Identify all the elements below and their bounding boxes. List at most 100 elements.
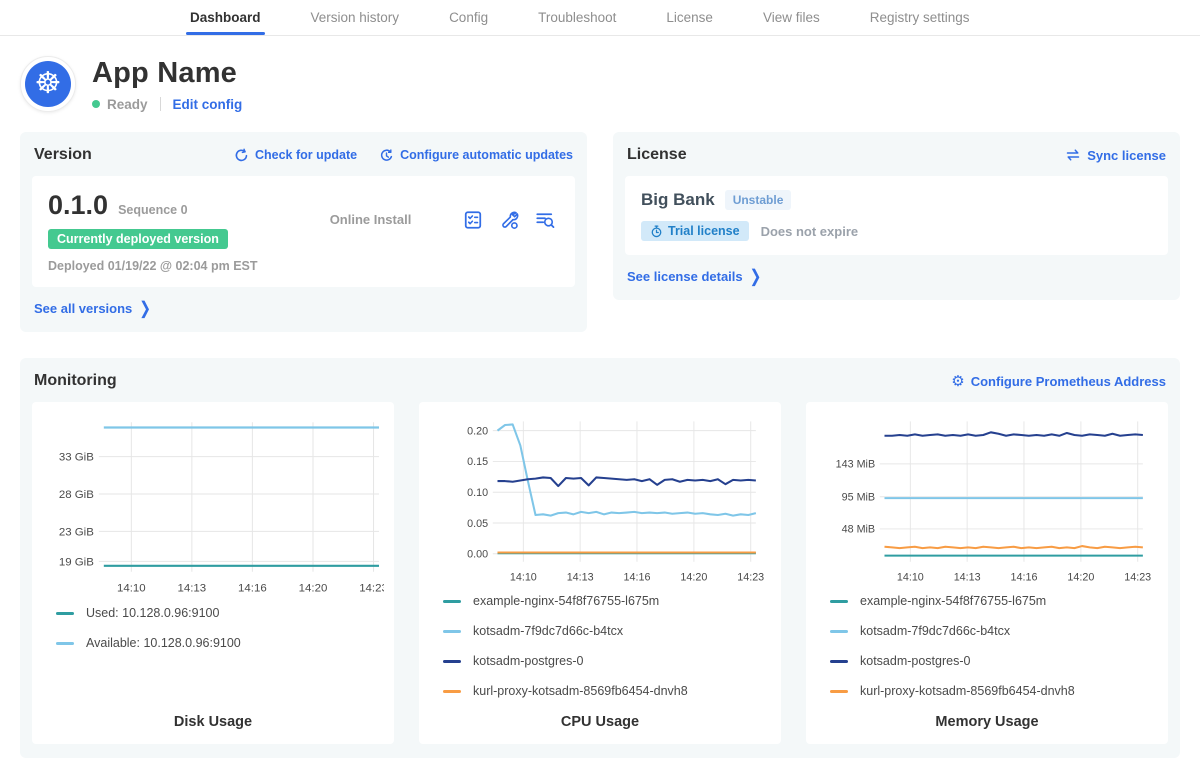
sync-license-link[interactable]: Sync license bbox=[1065, 148, 1166, 163]
svg-text:48 MiB: 48 MiB bbox=[842, 524, 875, 536]
see-all-versions-link[interactable]: See all versions ❯ bbox=[32, 300, 151, 317]
legend-swatch-icon bbox=[56, 642, 74, 645]
disk-usage-legend: Used: 10.128.0.96:9100 Available: 10.128.… bbox=[42, 600, 384, 666]
legend-item: example-nginx-54f8f76755-l675m bbox=[443, 594, 771, 608]
disk-usage-title: Disk Usage bbox=[42, 714, 384, 730]
check-for-update-label: Check for update bbox=[255, 148, 357, 162]
legend-item: kurl-proxy-kotsadm-8569fb6454-dnvh8 bbox=[830, 684, 1158, 698]
svg-text:14:16: 14:16 bbox=[1011, 572, 1038, 584]
svg-text:0.20: 0.20 bbox=[467, 425, 488, 437]
legend-label: Available: 10.128.0.96:9100 bbox=[86, 636, 241, 650]
legend-swatch-icon bbox=[443, 690, 461, 693]
current-version-card: 0.1.0 Sequence 0 Currently deployed vers… bbox=[32, 176, 575, 287]
svg-text:19 GiB: 19 GiB bbox=[59, 556, 94, 568]
svg-text:14:13: 14:13 bbox=[178, 583, 207, 595]
legend-label: example-nginx-54f8f76755-l675m bbox=[860, 594, 1046, 608]
svg-text:14:10: 14:10 bbox=[510, 572, 537, 584]
disk-usage-chart-card: 33 GiB28 GiB23 GiB19 GiB14:1014:1314:161… bbox=[32, 402, 394, 744]
legend-label: kurl-proxy-kotsadm-8569fb6454-dnvh8 bbox=[860, 684, 1075, 698]
svg-text:0.15: 0.15 bbox=[467, 456, 488, 468]
cpu-usage-chart-card: 0.200.150.100.050.0014:1014:1314:1614:20… bbox=[419, 402, 781, 744]
check-for-update-link[interactable]: Check for update bbox=[234, 148, 357, 163]
see-license-details-label: See license details bbox=[627, 269, 743, 284]
svg-text:143 MiB: 143 MiB bbox=[836, 459, 875, 471]
legend-item: example-nginx-54f8f76755-l675m bbox=[830, 594, 1158, 608]
svg-text:14:16: 14:16 bbox=[238, 583, 267, 595]
svg-text:14:20: 14:20 bbox=[680, 572, 707, 584]
app-title: App Name bbox=[92, 57, 242, 90]
legend-swatch-icon bbox=[56, 612, 74, 615]
divider bbox=[160, 97, 161, 111]
svg-text:28 GiB: 28 GiB bbox=[59, 489, 94, 501]
config-wrench-icon[interactable] bbox=[499, 210, 519, 230]
legend-item: kotsadm-postgres-0 bbox=[830, 654, 1158, 668]
tab-config[interactable]: Config bbox=[445, 1, 492, 35]
tab-version-history[interactable]: Version history bbox=[307, 1, 404, 35]
legend-swatch-icon bbox=[830, 690, 848, 693]
license-expiry: Does not expire bbox=[761, 224, 859, 239]
license-panel-title: License bbox=[627, 146, 687, 164]
see-license-details-link[interactable]: See license details ❯ bbox=[625, 268, 761, 285]
tab-license[interactable]: License bbox=[662, 1, 717, 35]
svg-text:14:23: 14:23 bbox=[737, 572, 764, 584]
top-nav: Dashboard Version history Config Trouble… bbox=[0, 0, 1200, 36]
chevron-right-icon: ❯ bbox=[750, 266, 762, 287]
app-header: ☸ App Name Ready Edit config bbox=[0, 36, 1200, 126]
tab-registry-settings[interactable]: Registry settings bbox=[866, 1, 974, 35]
svg-text:23 GiB: 23 GiB bbox=[59, 526, 94, 538]
view-logs-icon[interactable] bbox=[535, 210, 555, 230]
see-all-versions-label: See all versions bbox=[34, 301, 132, 316]
version-number: 0.1.0 bbox=[48, 190, 108, 221]
sync-license-label: Sync license bbox=[1087, 148, 1166, 163]
configure-automatic-updates-link[interactable]: Configure automatic updates bbox=[379, 148, 573, 163]
legend-swatch-icon bbox=[830, 660, 848, 663]
cpu-usage-plot: 0.200.150.100.050.0014:1014:1314:1614:20… bbox=[429, 412, 771, 588]
legend-label: kotsadm-postgres-0 bbox=[860, 654, 970, 668]
legend-item: kotsadm-postgres-0 bbox=[443, 654, 771, 668]
install-type-label: Online Install bbox=[330, 212, 412, 227]
deployed-badge: Currently deployed version bbox=[48, 229, 228, 249]
edit-config-link[interactable]: Edit config bbox=[173, 97, 243, 112]
legend-swatch-icon bbox=[830, 600, 848, 603]
legend-label: kotsadm-7f9dc7d66c-b4tcx bbox=[473, 624, 623, 638]
legend-label: kurl-proxy-kotsadm-8569fb6454-dnvh8 bbox=[473, 684, 688, 698]
legend-item: kotsadm-7f9dc7d66c-b4tcx bbox=[443, 624, 771, 638]
monitoring-panel: Monitoring ⚙ Configure Prometheus Addres… bbox=[20, 358, 1180, 758]
svg-text:95 MiB: 95 MiB bbox=[842, 491, 875, 503]
clock-refresh-icon bbox=[379, 148, 394, 163]
svg-text:0.00: 0.00 bbox=[467, 548, 488, 560]
legend-label: kotsadm-postgres-0 bbox=[473, 654, 583, 668]
stopwatch-icon bbox=[650, 225, 663, 238]
cpu-usage-title: CPU Usage bbox=[429, 714, 771, 730]
memory-usage-title: Memory Usage bbox=[816, 714, 1158, 730]
legend-item: kotsadm-7f9dc7d66c-b4tcx bbox=[830, 624, 1158, 638]
configure-automatic-updates-label: Configure automatic updates bbox=[400, 148, 573, 162]
svg-text:14:13: 14:13 bbox=[954, 572, 981, 584]
cpu-usage-legend: example-nginx-54f8f76755-l675m kotsadm-7f… bbox=[429, 588, 771, 714]
tab-dashboard[interactable]: Dashboard bbox=[186, 1, 265, 35]
tab-troubleshoot[interactable]: Troubleshoot bbox=[534, 1, 620, 35]
license-card: Big Bank Unstable Trial license Does not… bbox=[625, 176, 1168, 255]
license-customer-name: Big Bank bbox=[641, 190, 715, 210]
legend-item: Used: 10.128.0.96:9100 bbox=[56, 606, 384, 620]
legend-swatch-icon bbox=[443, 660, 461, 663]
monitoring-title: Monitoring bbox=[34, 372, 117, 390]
legend-item: Available: 10.128.0.96:9100 bbox=[56, 636, 384, 650]
trial-license-label: Trial license bbox=[668, 224, 740, 238]
svg-text:14:23: 14:23 bbox=[359, 583, 384, 595]
sync-icon bbox=[1065, 148, 1081, 162]
svg-text:14:13: 14:13 bbox=[567, 572, 594, 584]
memory-usage-chart-card: 143 MiB95 MiB48 MiB14:1014:1314:1614:201… bbox=[806, 402, 1168, 744]
memory-usage-legend: example-nginx-54f8f76755-l675m kotsadm-7f… bbox=[816, 588, 1158, 714]
version-panel-title: Version bbox=[34, 146, 92, 164]
deployed-timestamp: Deployed 01/19/22 @ 02:04 pm EST bbox=[48, 259, 278, 273]
refresh-icon bbox=[234, 148, 249, 163]
svg-text:14:10: 14:10 bbox=[117, 583, 146, 595]
legend-swatch-icon bbox=[443, 630, 461, 633]
configure-prometheus-link[interactable]: ⚙ Configure Prometheus Address bbox=[951, 374, 1166, 389]
tab-view-files[interactable]: View files bbox=[759, 1, 824, 35]
channel-badge: Unstable bbox=[725, 190, 792, 210]
app-status: Ready bbox=[107, 97, 148, 112]
kubernetes-icon: ☸ bbox=[25, 61, 71, 107]
preflight-checks-icon[interactable] bbox=[463, 210, 483, 230]
